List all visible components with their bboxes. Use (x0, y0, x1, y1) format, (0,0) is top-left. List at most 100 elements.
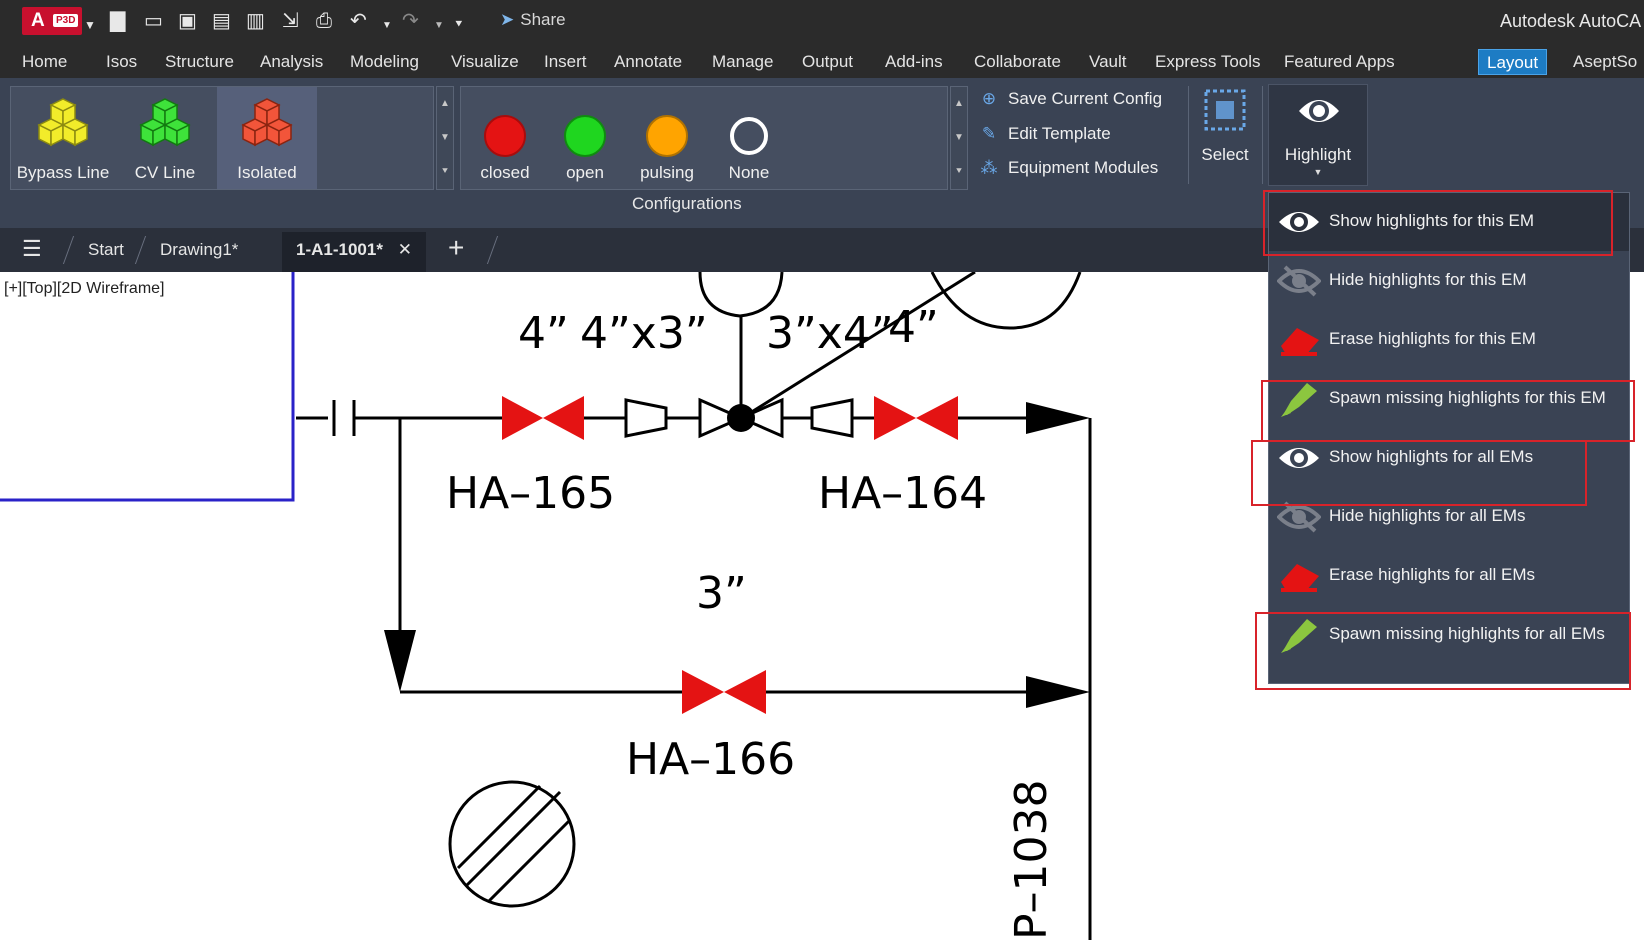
tab-annotate[interactable]: Annotate (606, 49, 690, 75)
redo-dropdown-icon[interactable]: ▼ (434, 15, 444, 37)
size-label-4: 4” (518, 308, 569, 359)
tab-output[interactable]: Output (794, 49, 861, 75)
tab-express-tools[interactable]: Express Tools (1147, 49, 1269, 75)
highlight-button[interactable]: Highlight ▼ (1268, 84, 1368, 186)
gallery-item-open[interactable]: open (545, 87, 625, 189)
size-label-3x4: 3”x4” (766, 308, 894, 359)
tab-modeling[interactable]: Modeling (342, 49, 427, 75)
edit-icon: ✎ (981, 124, 997, 143)
state-gallery-scroller[interactable]: ▲ ▼ ⯆ (950, 86, 968, 190)
logo-badge: P3D (53, 14, 79, 27)
tab-home[interactable]: Home (14, 49, 75, 75)
tab-current-drawing[interactable]: 1-A1-1001* ✕ (282, 232, 426, 272)
size-label-4x3: 4”x3” (580, 308, 708, 359)
green-circle-icon (564, 115, 606, 157)
gallery-item-label: closed (480, 163, 530, 182)
tab-current-label: 1-A1-1001* (296, 240, 383, 259)
valve-tag-ha-166: HA–166 (626, 734, 795, 785)
edit-template-button[interactable]: ✎ Edit Template (978, 124, 1111, 144)
menu-item-label: Erase highlights for all EMs (1329, 565, 1535, 584)
line-gallery-scroller[interactable]: ▲ ▼ ⯆ (436, 86, 454, 190)
tab-aseptso[interactable]: AseptSo (1565, 49, 1644, 75)
menu-hide-highlights-this-em[interactable]: Hide highlights for this EM (1269, 252, 1629, 310)
tab-insert[interactable]: Insert (536, 49, 595, 75)
tab-visualize[interactable]: Visualize (443, 49, 527, 75)
eye-slash-icon (1277, 265, 1321, 297)
ribbon-tabs: Home Isos Structure Analysis Modeling Vi… (0, 44, 1644, 78)
expand-gallery-icon[interactable]: ⯆ (437, 155, 453, 189)
eraser-icon (1281, 328, 1319, 356)
menu-erase-highlights-all-ems[interactable]: Erase highlights for all EMs (1269, 547, 1629, 605)
annotation-box (1251, 440, 1587, 506)
red-circle-icon (484, 115, 526, 157)
scroll-up-icon[interactable]: ▲ (437, 87, 453, 121)
tab-separator (134, 236, 147, 264)
tab-structure[interactable]: Structure (157, 49, 242, 75)
gallery-item-label: CV Line (134, 163, 196, 182)
panel-title: Configurations (632, 194, 742, 213)
app-logo[interactable]: A P3D (22, 7, 82, 35)
gallery-item-none[interactable]: None (709, 87, 789, 189)
save-as-icon[interactable]: ▤ (212, 10, 231, 32)
close-icon[interactable]: ✕ (398, 240, 412, 259)
hamburger-menu-icon[interactable]: ☰ (22, 236, 42, 262)
undo-icon[interactable]: ↶ (350, 10, 367, 32)
tab-vault[interactable]: Vault (1081, 49, 1135, 75)
undo-dropdown-icon[interactable]: ▼ (382, 15, 392, 37)
panel-divider (1188, 86, 1189, 184)
redo-icon[interactable]: ↷ (402, 10, 419, 32)
command-label: Save Current Config (1008, 89, 1163, 108)
scroll-down-icon[interactable]: ▼ (951, 121, 967, 155)
panel-divider (1262, 86, 1263, 184)
publish-icon[interactable]: ▥ (246, 10, 265, 32)
tab-add-ins[interactable]: Add-ins (877, 49, 951, 75)
chevron-down-icon: ▼ (1313, 167, 1323, 177)
highlight-label: Highlight (1284, 145, 1352, 164)
tab-analysis[interactable]: Analysis (252, 49, 331, 75)
expand-gallery-icon[interactable]: ⯆ (951, 155, 967, 189)
valve-tag-ha-164: HA–164 (818, 468, 987, 519)
cubes-icon (37, 98, 89, 147)
select-label: Select (1201, 145, 1249, 164)
gallery-item-pulsing[interactable]: pulsing (625, 87, 709, 189)
customize-qat-icon[interactable]: ⯆ (454, 13, 464, 35)
new-file-icon[interactable]: ▇ (110, 10, 125, 32)
plot-print-icon[interactable]: ⎙ (316, 10, 332, 32)
tab-layout[interactable]: Layout (1478, 49, 1548, 75)
annotation-box (1255, 612, 1631, 690)
gallery-item-closed[interactable]: closed (465, 87, 545, 189)
tab-isos[interactable]: Isos (98, 49, 145, 75)
gallery-item-bypass-line[interactable]: Bypass Line (13, 87, 113, 189)
equipment-modules-button[interactable]: ⁂ Equipment Modules (978, 158, 1159, 178)
scroll-up-icon[interactable]: ▲ (951, 87, 967, 121)
app-title: Autodesk AutoCA (1500, 11, 1642, 31)
title-bar: A P3D ▼ ▇ ▭ ▣ ▤ ▥ ⇲ ⎙ ↶ ▼ ↷ ▼ ⯆ ➤ Share A… (0, 0, 1644, 44)
cubes-icon (139, 98, 191, 147)
app-menu-chevron-icon[interactable]: ▼ (84, 14, 96, 36)
save-current-config-button[interactable]: ⊕ Save Current Config (978, 89, 1162, 109)
share-button[interactable]: ➤ Share (500, 10, 566, 30)
plus-circle-icon: ⊕ (981, 89, 997, 108)
share-label: Share (520, 10, 566, 29)
tab-drawing1[interactable]: Drawing1* (160, 240, 238, 260)
orange-circle-icon (646, 115, 688, 157)
empty-circle-icon (730, 117, 768, 155)
tab-manage[interactable]: Manage (704, 49, 781, 75)
tab-start[interactable]: Start (88, 240, 124, 260)
save-icon[interactable]: ▣ (178, 10, 197, 32)
command-label: Equipment Modules (1008, 158, 1159, 177)
tab-collaborate[interactable]: Collaborate (966, 49, 1069, 75)
gallery-item-label: open (566, 163, 604, 182)
tab-featured-apps[interactable]: Featured Apps (1276, 49, 1403, 75)
gallery-item-label: pulsing (640, 163, 694, 182)
open-folder-icon[interactable]: ▭ (144, 10, 163, 32)
menu-erase-highlights-this-em[interactable]: Erase highlights for this EM (1269, 311, 1629, 369)
scroll-down-icon[interactable]: ▼ (437, 121, 453, 155)
import-icon[interactable]: ⇲ (282, 10, 299, 32)
send-icon: ➤ (500, 10, 515, 29)
select-button[interactable]: Select (1195, 86, 1255, 165)
state-gallery: closed open pulsing None (460, 86, 948, 190)
gallery-item-cv-line[interactable]: CV Line (115, 87, 215, 189)
new-tab-plus-icon[interactable]: + (448, 232, 464, 264)
gallery-item-isolated[interactable]: Isolated (217, 87, 317, 189)
